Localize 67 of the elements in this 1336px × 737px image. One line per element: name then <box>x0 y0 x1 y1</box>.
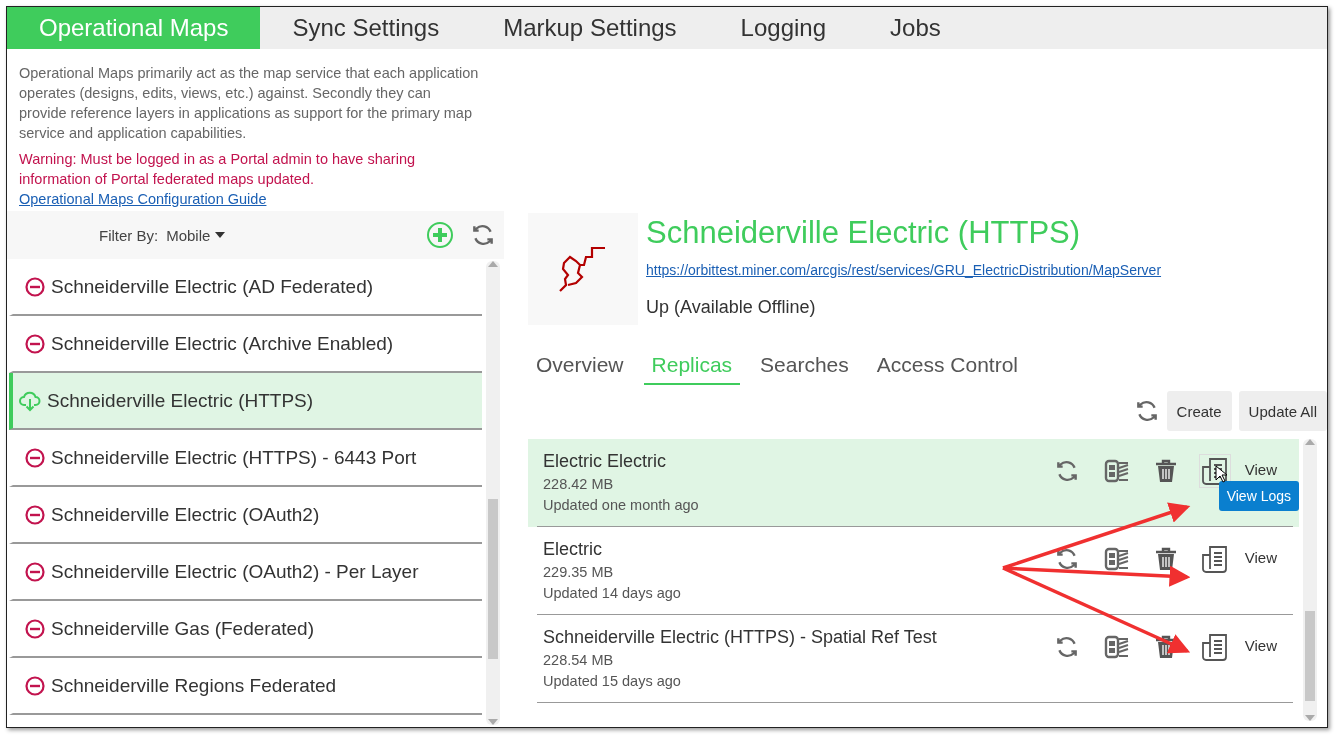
map-list-item[interactable]: Schneiderville Electric (AD Federated) <box>9 259 482 316</box>
minus-circle-icon <box>25 675 45 696</box>
filter-dropdown[interactable]: Mobile <box>164 224 228 246</box>
map-status: Up (Available Offline) <box>646 297 817 318</box>
view-link[interactable]: View <box>1240 549 1281 566</box>
detail-tab[interactable]: Overview <box>528 349 632 385</box>
refresh-button[interactable] <box>470 222 496 248</box>
toolbar-button[interactable]: Update All <box>1238 391 1327 431</box>
map-list-item[interactable]: Schneiderville Gas (Federated) <box>9 601 482 658</box>
cloud-download-icon <box>19 389 41 412</box>
view-link[interactable]: View <box>1240 461 1281 478</box>
warning-text: Warning: Must be logged in as a Portal admin to have sharing information of Portal federated maps updated. <box>19 150 417 189</box>
refresh-icon <box>470 222 496 248</box>
minus-circle-icon <box>25 276 45 297</box>
caret-icon <box>215 232 226 238</box>
description-text: Operational Maps primarily act as the map service that each application operates (designs, edits, views, etc.) against. Secondly they can provide reference layers in applications as support for the primary map service and application capabilities. <box>19 64 479 143</box>
replica-size: 229.35 MB <box>543 563 615 582</box>
plus-icon <box>426 221 454 249</box>
replica-row[interactable]: Electric Electric 228.42 MB Updated one month ago View View Logs <box>528 439 1299 527</box>
minus-circle-icon <box>25 618 45 639</box>
scrollbar[interactable] <box>486 261 500 725</box>
map-list-item[interactable]: Schneiderville Electric (HTTPS) - 6443 Port <box>9 430 482 487</box>
minus-circle-icon <box>25 447 45 468</box>
replica-size: 228.42 MB <box>543 475 615 494</box>
map-list-item[interactable]: Schneiderville Electric (OAuth2) <box>9 487 482 544</box>
service-url-link[interactable]: https://orbittest.miner.com/arcgis/rest/services/GRU_ElectricDistribution/MapServer <box>646 262 1162 278</box>
database-icon <box>1103 634 1130 660</box>
detail-tab[interactable]: Access Control <box>868 349 1026 385</box>
database-icon <box>1103 458 1130 484</box>
top-tab[interactable]: Sync Settings <box>260 7 472 49</box>
document-icon <box>1201 457 1228 485</box>
document-icon <box>1201 633 1228 661</box>
view-link[interactable]: View <box>1240 637 1281 654</box>
map-list-item[interactable]: Schneiderville Electric (HTTPS) <box>9 373 482 430</box>
map-outline-drawing <box>558 245 608 293</box>
replica-row[interactable]: Schneiderville Electric (HTTPS) - Spatial Ref Test 228.54 MB Updated 15 days ago View <box>528 615 1299 703</box>
minus-circle-icon <box>25 561 45 582</box>
replica-size: 228.54 MB <box>543 651 615 670</box>
replica-name: Electric <box>543 539 603 560</box>
scrollbar[interactable] <box>1303 439 1317 721</box>
tooltip: View Logs <box>1218 481 1299 511</box>
replica-name: Electric Electric <box>543 451 668 472</box>
map-title: Schneiderville Electric (HTTPS) <box>646 215 1082 251</box>
top-tab[interactable]: Logging <box>708 7 859 49</box>
replica-updated: Updated 15 days ago <box>543 672 682 691</box>
top-tab[interactable]: Jobs <box>858 7 973 49</box>
toolbar-button[interactable]: Create <box>1166 391 1232 431</box>
top-tab[interactable]: Markup Settings <box>471 7 709 49</box>
trash-icon <box>1153 547 1178 571</box>
guide-link[interactable]: Operational Maps Configuration Guide <box>19 191 267 207</box>
filter-label: Filter By: <box>99 226 159 244</box>
replica-updated: Updated 14 days ago <box>543 584 682 603</box>
map-list-item[interactable]: Schneiderville Regions Federated <box>9 658 482 715</box>
minus-circle-icon <box>25 333 45 354</box>
view-logs-button[interactable] <box>1198 454 1231 488</box>
document-icon <box>1201 545 1228 573</box>
replica-row[interactable]: Electric 229.35 MB Updated 14 days ago View <box>528 527 1299 615</box>
detail-tab[interactable]: Searches <box>752 349 857 385</box>
replica-updated: Updated one month ago <box>543 496 700 515</box>
scrollbar-thumb[interactable] <box>488 499 498 659</box>
replica-name: Schneiderville Electric (HTTPS) - Spatial Ref Test <box>543 627 938 648</box>
minus-circle-icon <box>25 504 45 525</box>
map-list-item[interactable]: Schneiderville Electric (OAuth2) - Per Layer <box>9 544 482 601</box>
trash-icon <box>1153 459 1178 483</box>
database-icon <box>1103 546 1130 572</box>
scrollbar-thumb[interactable] <box>1305 611 1315 701</box>
cursor-icon <box>1215 465 1227 483</box>
